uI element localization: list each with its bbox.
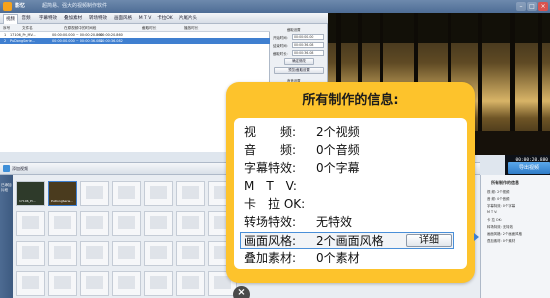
- empty-slot[interactable]: [80, 181, 109, 206]
- confirm-button[interactable]: 确定修改: [284, 58, 314, 65]
- info-label: 字幕特效:: [244, 161, 297, 175]
- empty-slot[interactable]: [176, 271, 205, 296]
- cut-duration-field[interactable]: 00:00:36.08: [292, 50, 324, 56]
- empty-slot[interactable]: [80, 241, 109, 266]
- info-panel-title: 所有制作的信息: [491, 180, 519, 185]
- tab-subtitles[interactable]: 字幕特效: [36, 14, 60, 24]
- cut-duration-label: 截取时长:: [273, 52, 288, 56]
- export-video-button[interactable]: 导出视频: [508, 162, 550, 174]
- side-label: 已添加片段: [1, 183, 12, 192]
- project-info-dialog: 所有制作的信息: 视 频: 2个视频 音 频: 0个音频 字幕特效: 0个字幕 …: [226, 82, 475, 283]
- info-label: M T V:: [244, 179, 297, 193]
- clip-thumbnail-selected[interactable]: PuDongSerie...: [48, 181, 77, 206]
- column-header: 序号: [3, 26, 11, 30]
- row-index: 2: [4, 39, 7, 43]
- app-name: 影忆: [15, 3, 26, 9]
- maximize-button[interactable]: □: [527, 2, 537, 11]
- empty-slot[interactable]: [176, 241, 205, 266]
- info-label: 卡 拉 OK:: [244, 197, 306, 211]
- tab-mtv[interactable]: M T V: [136, 14, 154, 24]
- tab-overlay[interactable]: 叠加素材: [61, 14, 85, 24]
- empty-slot[interactable]: [112, 271, 141, 296]
- empty-slot[interactable]: [112, 181, 141, 206]
- info-item: M T V:: [487, 210, 498, 214]
- info-value: 2个画面风格: [316, 234, 384, 248]
- empty-slot[interactable]: [16, 211, 45, 236]
- clip-thumbnail[interactable]: 17106_Pr...: [16, 181, 45, 206]
- empty-slot[interactable]: [112, 241, 141, 266]
- app-logo-icon: [3, 2, 12, 11]
- empty-slot[interactable]: [80, 271, 109, 296]
- start-time-label: 开始时间:: [273, 36, 288, 40]
- column-header: 文件名: [22, 26, 33, 30]
- dialog-title: 所有制作的信息:: [302, 93, 399, 108]
- add-video-button[interactable]: 添加视频: [12, 164, 28, 174]
- column-header: 播放时长: [184, 26, 199, 30]
- empty-slot[interactable]: [16, 271, 45, 296]
- empty-slot[interactable]: [144, 211, 173, 236]
- close-window-button[interactable]: ×: [538, 2, 548, 11]
- empty-slot[interactable]: [16, 241, 45, 266]
- info-label: 音 频:: [244, 143, 297, 157]
- minimize-button[interactable]: –: [516, 2, 526, 11]
- info-row-styles: 画面风格: 2个画面风格 详细: [240, 232, 454, 249]
- info-item: 字幕特效: 0个字幕: [487, 204, 516, 208]
- add-video-icon: [3, 165, 10, 172]
- empty-slot[interactable]: [176, 211, 205, 236]
- close-dialog-button[interactable]: ×: [233, 286, 250, 298]
- empty-slot[interactable]: [144, 271, 173, 296]
- dialog-body: 视 频: 2个视频 音 频: 0个音频 字幕特效: 0个字幕 M T V: 卡 …: [234, 118, 467, 269]
- empty-slot[interactable]: [176, 181, 205, 206]
- column-header: 截取时长: [142, 26, 157, 30]
- info-value: 0个字幕: [316, 161, 360, 175]
- info-value: 2个视频: [316, 125, 360, 139]
- info-item: 画面风格: 2个画面风格: [487, 232, 522, 236]
- details-button[interactable]: 详细: [406, 234, 452, 247]
- row-duration: 00:00:36.082: [100, 39, 123, 43]
- row-filename: PuDongSerie...: [10, 39, 36, 43]
- empty-slot[interactable]: [48, 271, 77, 296]
- app-slogan: 超简易、强大的视频制作软件: [42, 3, 108, 9]
- clip-name: 17106_Pr...: [19, 199, 36, 203]
- storyboard-side: 已添加片段: [0, 175, 13, 298]
- info-item: 叠加素材: 0个素材: [487, 239, 516, 243]
- empty-slot[interactable]: [112, 211, 141, 236]
- info-side-panel: 所有制作的信息 视 频: 2个视频 音 频: 0个音频 字幕特效: 0个字幕 M…: [480, 175, 550, 298]
- list-header: 序号 文件名 在原视频中的时间段 截取时长 播放时长: [0, 24, 270, 32]
- info-label: 视 频:: [244, 125, 297, 139]
- empty-slot[interactable]: [48, 211, 77, 236]
- info-value: 0个音频: [316, 143, 360, 157]
- info-item: 音 频: 0个音频: [487, 197, 510, 201]
- start-time-field[interactable]: 00:00:00.00: [292, 34, 324, 40]
- info-label: 转场特效:: [244, 215, 297, 229]
- tab-audio[interactable]: 音频: [19, 14, 33, 24]
- column-header: 在原视频中的时间段: [64, 26, 97, 30]
- title-bar: 影忆 超简易、强大的视频制作软件 – □ ×: [0, 0, 550, 13]
- empty-slot[interactable]: [80, 211, 109, 236]
- empty-slot[interactable]: [144, 241, 173, 266]
- empty-slot[interactable]: [48, 241, 77, 266]
- section-title: 截取设置: [287, 28, 301, 32]
- end-time-field[interactable]: 00:00:36.08: [292, 42, 324, 48]
- tab-video[interactable]: 视频: [3, 14, 18, 24]
- info-label: 叠加素材:: [244, 251, 297, 265]
- app-window: 影忆 超简易、强大的视频制作软件 – □ × 视频 音频 字幕特效 叠加素材 转…: [0, 0, 550, 298]
- tab-karaoke[interactable]: 卡拉OK: [155, 14, 175, 24]
- tab-styles[interactable]: 画面风格: [111, 14, 135, 24]
- end-time-label: 结束时间:: [273, 44, 288, 48]
- clip-name: PuDongSerie...: [51, 199, 74, 203]
- tab-transitions[interactable]: 转场特效: [86, 14, 110, 24]
- info-item: 卡 拉 OK:: [487, 218, 502, 222]
- expand-arrow-icon[interactable]: [474, 233, 479, 241]
- preview-cut-button[interactable]: 预览/截取设置: [274, 67, 324, 74]
- list-row-selected[interactable]: 2 PuDongSerie... 00:00:00.000 ~ 00:00:36…: [0, 38, 270, 44]
- empty-slot[interactable]: [144, 181, 173, 206]
- info-item: 视 频: 2个视频: [487, 190, 510, 194]
- tab-credits[interactable]: 片尾片头: [176, 14, 200, 24]
- info-item: 转场特效: 无特效: [487, 225, 513, 229]
- info-value: 0个素材: [316, 251, 360, 265]
- row-segment: 00:00:00.000 ~ 00:00:36.082: [52, 39, 103, 43]
- info-label: 画面风格:: [244, 234, 297, 248]
- info-value: 无特效: [316, 215, 353, 229]
